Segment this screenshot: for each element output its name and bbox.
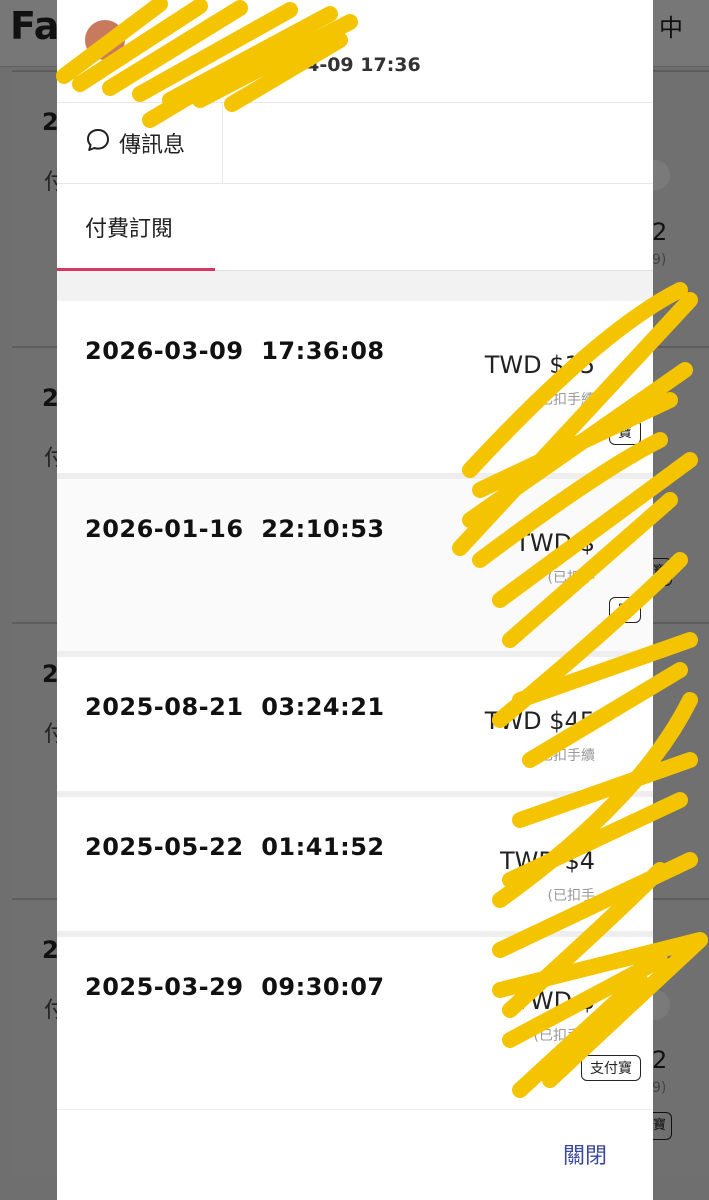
list-item[interactable]: 2025-05-22 01:41:52 TWD $4 (已扣手 bbox=[57, 797, 653, 937]
background-amount: 2 bbox=[652, 1046, 668, 1074]
transaction-datetime: 2026-01-16 22:10:53 bbox=[85, 515, 385, 543]
background-amount: 2 bbox=[652, 218, 668, 246]
transaction-amount: TWD $15 bbox=[484, 351, 595, 379]
transaction-fee: (已扣手 bbox=[547, 570, 595, 586]
background-method-tag: 寶 bbox=[653, 1112, 672, 1140]
transaction-fee: (已扣手續 bbox=[533, 1028, 595, 1044]
tab-paid-subscriptions[interactable]: 付費訂閱 bbox=[57, 184, 215, 270]
transaction-amount: TWD $45 bbox=[484, 707, 595, 735]
subscription-modal: -04-09 17:36 傳訊息 付費訂閱 2026-03-09 17:36:0… bbox=[57, 0, 653, 1200]
list-item[interactable]: 2026-03-09 17:36:08 TWD $15 (已扣手續 寶 bbox=[57, 301, 653, 479]
transaction-fee: (已扣手續 bbox=[533, 748, 595, 764]
transaction-amount: TWD $ bbox=[515, 987, 595, 1015]
send-message-button[interactable]: 傳訊息 bbox=[57, 103, 223, 183]
avatar bbox=[85, 20, 125, 60]
transaction-datetime: 2025-03-29 09:30:07 bbox=[85, 973, 385, 1001]
list-item[interactable]: 2025-08-21 03:24:21 TWD $45 (已扣手續 bbox=[57, 657, 653, 797]
send-message-label: 傳訊息 bbox=[119, 133, 186, 158]
transaction-datetime: 2025-08-21 03:24:21 bbox=[85, 693, 385, 721]
background-method-tag: 寶 bbox=[653, 558, 672, 586]
background-logo: Fa bbox=[10, 4, 60, 48]
modal-footer: 關閉 bbox=[57, 1110, 653, 1200]
transaction-fee: (已扣手續 bbox=[533, 392, 595, 408]
close-button[interactable]: 關閉 bbox=[563, 1138, 607, 1170]
section-divider bbox=[57, 271, 653, 301]
transaction-fee: (已扣手 bbox=[547, 888, 595, 904]
transaction-list: 2026-03-09 17:36:08 TWD $15 (已扣手續 寶 2026… bbox=[57, 301, 653, 1115]
payment-method-badge: 寶 bbox=[609, 419, 641, 445]
list-item[interactable]: 2026-01-16 22:10:53 TWD $ (已扣手 寶 bbox=[57, 479, 653, 657]
background-fee: 9) bbox=[652, 252, 667, 268]
chat-bubble-icon bbox=[85, 127, 111, 159]
member-since-date: -04-09 17:36 bbox=[285, 54, 421, 76]
list-item[interactable]: 2025-03-29 09:30:07 TWD $ (已扣手續 支付寶 bbox=[57, 937, 653, 1115]
background-status: 中 bbox=[659, 14, 683, 42]
transaction-amount: TWD $4 bbox=[499, 847, 595, 875]
action-row: 傳訊息 bbox=[57, 103, 653, 184]
active-tab-indicator bbox=[57, 268, 215, 271]
transaction-datetime: 2026-03-09 17:36:08 bbox=[85, 337, 385, 365]
payment-method-badge: 支付寶 bbox=[581, 1055, 641, 1081]
modal-user-header: -04-09 17:36 bbox=[57, 0, 653, 103]
background-fee: 9) bbox=[652, 1080, 667, 1096]
tab-label: 付費訂閱 bbox=[85, 217, 174, 242]
payment-method-badge: 寶 bbox=[609, 597, 641, 623]
tab-bar: 付費訂閱 bbox=[57, 184, 653, 271]
transaction-datetime: 2025-05-22 01:41:52 bbox=[85, 833, 385, 861]
transaction-amount: TWD $ bbox=[515, 529, 595, 557]
